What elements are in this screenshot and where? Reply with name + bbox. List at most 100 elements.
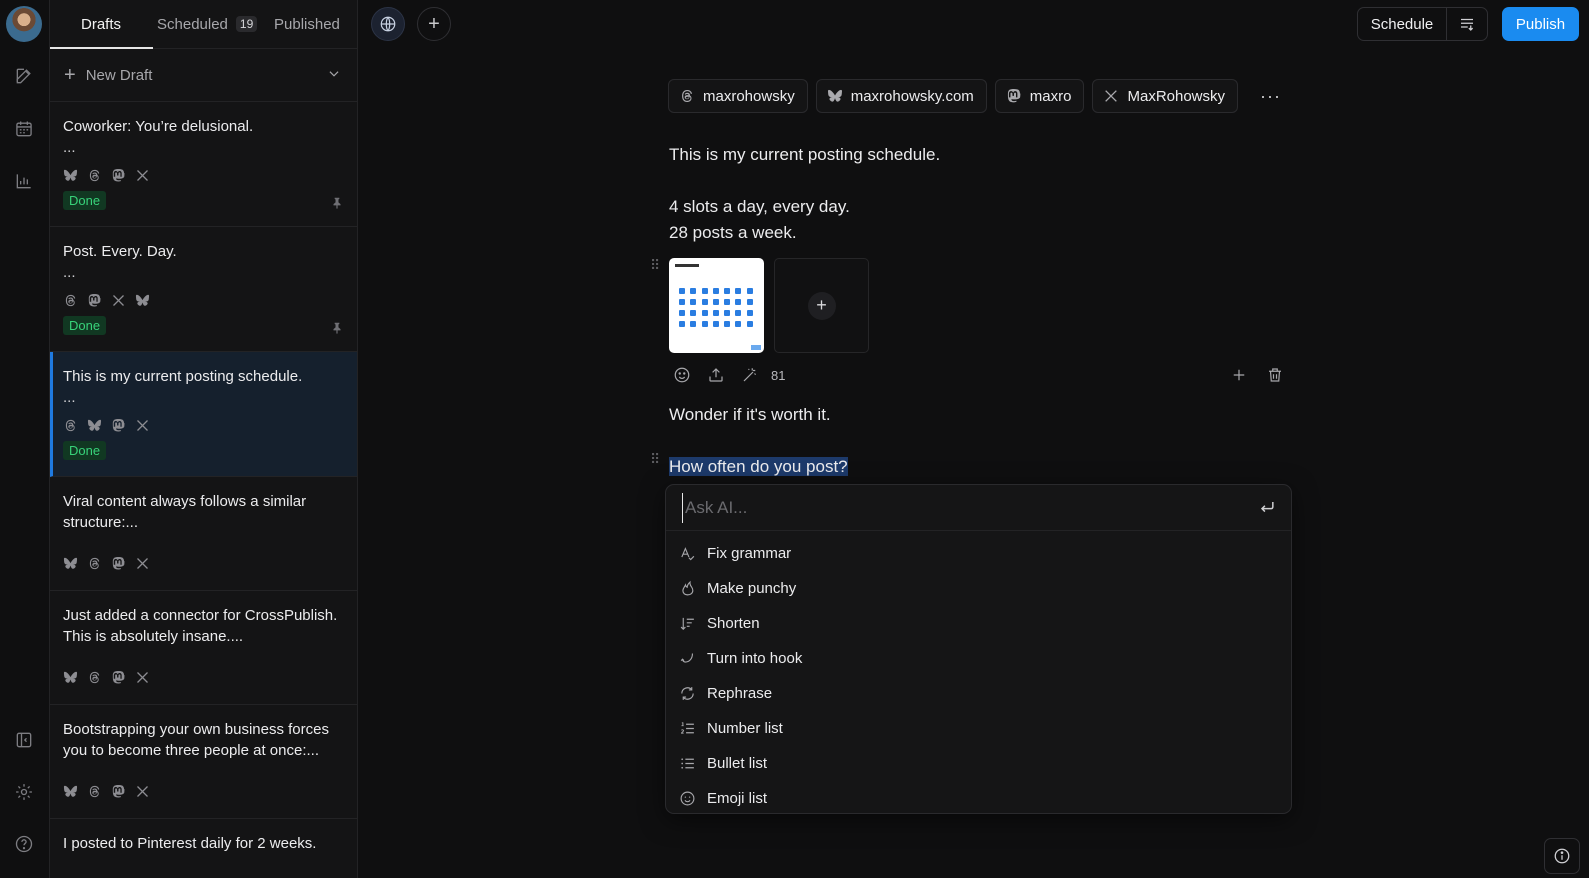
x-icon [1105,90,1118,102]
x-icon [137,419,148,431]
ai-action-shorten[interactable]: Shorten [666,606,1291,641]
account-selector: maxrohowsky maxrohowsky.com maxro MaxRohows… [668,79,1281,113]
magic-wand-icon[interactable] [741,366,759,384]
draft-title: Bootstrapping your own business forces y… [63,721,329,759]
ai-action-turn-into-hook[interactable]: Turn into hook [666,641,1291,676]
x-icon [137,169,148,181]
ai-action-fix-grammar[interactable]: Fix grammar [666,536,1291,571]
drag-handle-icon[interactable]: ⠿ [650,452,660,471]
post-editor[interactable]: This is my current posting schedule. 4 s… [669,142,1299,246]
globe-icon [380,16,396,32]
tab-published[interactable]: Published [274,0,340,49]
ai-action-number-list[interactable]: Number list [666,711,1291,746]
draft-title: Viral content always follows a similar s… [63,493,307,531]
calendar-icon[interactable] [12,117,36,141]
threads-icon [89,557,100,569]
plus-icon: + [428,12,440,35]
ai-action-emoji-list[interactable]: Emoji list [666,781,1291,816]
collapse-sidebar-icon[interactable] [12,728,36,752]
bluesky-icon [63,671,78,683]
draft-list: Coworker: You’re delusional.... Done Post.… [50,102,357,878]
drag-handle-icon[interactable]: ⠿ [650,258,660,277]
settings-gear-icon[interactable] [12,780,36,804]
draft-title: This is my current posting schedule. [63,368,303,385]
compose-icon[interactable] [12,64,36,88]
draft-item[interactable]: Bootstrapping your own business forces y… [50,705,357,819]
draft-platforms [63,167,344,183]
ask-ai-popup: Fix grammar Make punchy Shorten Turn into h… [665,484,1292,814]
draft-item[interactable]: Post. Every. Day.... Done [50,227,357,352]
editor-line[interactable]: 4 slots a day, every day. [669,194,1299,220]
add-media-button[interactable]: + [774,258,869,353]
draft-title: I posted to Pinterest daily for 2 weeks. [63,835,317,852]
draft-platforms [63,555,344,571]
bluesky-icon [87,419,102,431]
ai-action-rephrase[interactable]: Rephrase [666,676,1291,711]
emoji-icon[interactable] [673,366,691,384]
threads-icon [89,169,100,181]
attached-image-thumbnail[interactable] [669,258,764,353]
editor-line[interactable]: How often do you post? [669,454,848,480]
draft-preview: ... [63,389,76,406]
selected-text[interactable]: How often do you post? [669,457,848,476]
globe-button[interactable] [371,7,405,41]
draft-item[interactable]: Viral content always follows a similar s… [50,477,357,591]
enter-icon[interactable] [1257,497,1277,517]
draft-platforms [63,669,344,685]
account-chip[interactable]: maxrohowsky [668,79,808,113]
mastodon-icon [88,293,101,306]
draft-item[interactable]: I posted to Pinterest daily for 2 weeks. [50,819,357,878]
list-icon [1461,18,1474,31]
ai-action-label: Emoji list [707,790,768,807]
trash-icon[interactable] [1266,366,1284,384]
queue-list-button[interactable] [1447,8,1487,40]
status-badge: Done [63,191,107,210]
account-chips: maxrohowsky maxrohowsky.com maxro MaxRohows… [668,79,1239,113]
flame-icon [682,580,694,596]
more-options-icon[interactable]: ··· [1260,86,1281,107]
bullet-list-icon [681,758,694,769]
schedule-group: Schedule [1357,7,1488,41]
tab-drafts[interactable]: Drafts [81,0,121,49]
pin-icon[interactable] [330,196,344,210]
chevron-down-icon[interactable] [327,67,341,81]
plus-icon: + [807,291,836,320]
info-icon [1554,848,1570,864]
mastodon-icon [112,556,125,569]
add-button[interactable]: + [417,7,451,41]
draft-preview: ... [63,264,76,281]
account-name: maxro [1029,87,1072,105]
editor-line[interactable]: 28 posts a week. [669,220,1299,246]
bluesky-icon [63,169,78,181]
draft-item[interactable]: This is my current posting schedule.... D… [50,352,357,477]
avatar[interactable] [6,6,42,42]
add-post-icon[interactable] [1230,366,1248,384]
publish-button[interactable]: Publish [1502,7,1579,41]
pin-icon[interactable] [330,321,344,335]
new-draft-button[interactable]: + New Draft [50,49,357,102]
editor-line[interactable]: This is my current posting schedule. [669,142,1299,168]
help-icon[interactable] [12,832,36,856]
tab-scheduled-label: Scheduled [157,15,228,33]
ai-action-label: Number list [707,720,783,737]
ask-ai-input[interactable] [682,493,1242,523]
draft-platforms [63,292,344,308]
draft-item[interactable]: Just added a connector for CrossPublish.… [50,591,357,705]
ai-action-bullet-list[interactable]: Bullet list [666,746,1291,781]
x-icon [113,294,124,306]
draft-item[interactable]: Coworker: You’re delusional.... Done [50,102,357,227]
account-chip[interactable]: MaxRohowsky [1092,79,1239,113]
sort-shorten-icon [680,617,694,630]
bluesky-icon [63,785,78,797]
account-chip[interactable]: maxrohowsky.com [815,79,987,113]
tab-scheduled[interactable]: Scheduled 19 [157,0,258,49]
ai-action-make-punchy[interactable]: Make punchy [666,571,1291,606]
schedule-button[interactable]: Schedule [1358,8,1447,40]
editor-line[interactable]: Wonder if it's worth it. [669,402,831,428]
status-badge: Done [63,316,107,335]
info-button[interactable] [1544,838,1580,874]
analytics-icon[interactable] [12,169,36,193]
x-icon [137,671,148,683]
account-chip[interactable]: maxro [994,79,1085,113]
upload-icon[interactable] [707,366,725,384]
